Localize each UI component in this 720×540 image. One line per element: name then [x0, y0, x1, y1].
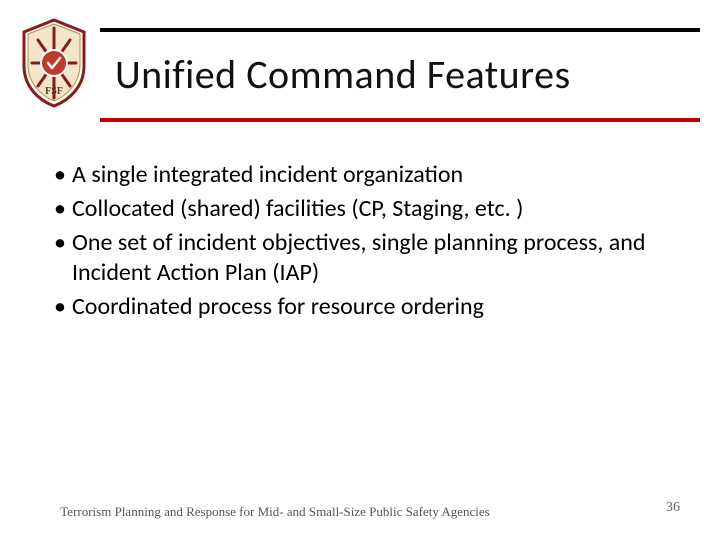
accent-rule	[100, 118, 700, 122]
bullet-item: Collocated (shared) facilities (CP, Stag…	[50, 194, 670, 224]
bullet-item: One set of incident objectives, single p…	[50, 228, 670, 288]
svg-text:FSF: FSF	[45, 86, 63, 97]
top-rule	[100, 28, 700, 32]
bullet-item: A single integrated incident organizatio…	[50, 160, 670, 190]
footer-text: Terrorism Planning and Response for Mid-…	[60, 504, 490, 520]
bullet-item: Coordinated process for resource orderin…	[50, 292, 670, 322]
bullet-list: A single integrated incident organizatio…	[50, 160, 670, 326]
slide: FSF Unified Command Features A single in…	[0, 0, 720, 540]
page-number: 36	[666, 500, 680, 516]
slide-title: Unified Command Features	[115, 50, 680, 99]
fsf-shield-icon: FSF	[18, 18, 90, 108]
